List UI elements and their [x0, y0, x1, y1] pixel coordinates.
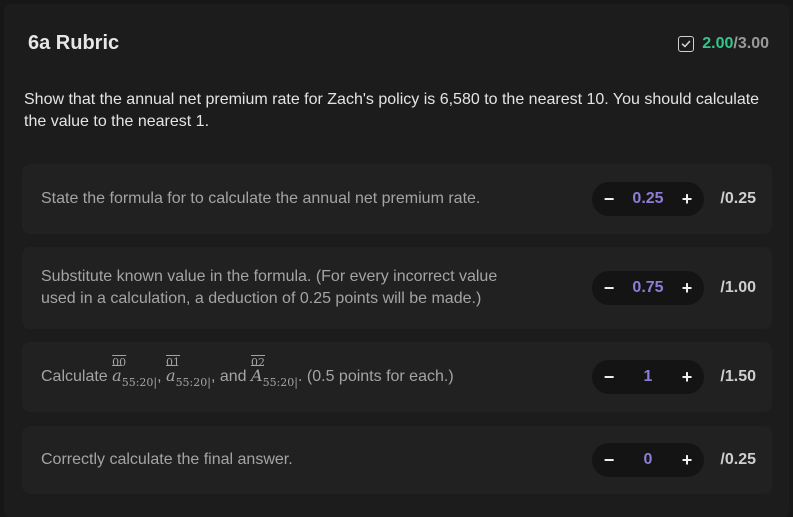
criterion-text-and: and: [219, 368, 247, 385]
criterion-row: Correctly calculate the final answer. − …: [22, 426, 772, 494]
criterion-row: State the formula for to calculate the a…: [22, 164, 772, 234]
math-term: 00 a55:20|: [112, 356, 158, 389]
score-total: /3.00: [733, 35, 769, 52]
decrement-button[interactable]: −: [596, 182, 622, 216]
score-value[interactable]: 0: [620, 443, 676, 477]
increment-button[interactable]: +: [674, 360, 700, 394]
score-stepper: − 0.75 +: [592, 271, 704, 305]
math-term: 02 A55:20|: [251, 356, 299, 389]
increment-button[interactable]: +: [674, 182, 700, 216]
criterion-row: Substitute known value in the formula. (…: [22, 247, 772, 329]
math-term: 01 a55:20|: [166, 356, 211, 389]
score-summary: 2.00/3.00: [678, 35, 769, 53]
question-prompt: Show that the annual net premium rate fo…: [24, 91, 760, 130]
criterion-description: Calculate 00 a55:20|, 01 a55:20|, and 02 A5…: [41, 356, 454, 389]
rubric-title: 6a Rubric: [28, 32, 120, 54]
max-points: /1.50: [720, 368, 756, 385]
decrement-button[interactable]: −: [596, 443, 622, 477]
score-stepper: − 0.25 +: [592, 182, 704, 216]
decrement-button[interactable]: −: [596, 271, 622, 305]
max-points: /1.00: [720, 279, 756, 296]
score-earned: 2.00: [702, 35, 734, 52]
rubric-header: 6a Rubric 2.00/3.00: [28, 32, 769, 58]
score-value[interactable]: 0.75: [620, 271, 676, 305]
score-stepper: − 1 +: [592, 360, 704, 394]
criterion-description: Correctly calculate the final answer.: [41, 451, 293, 468]
score-value[interactable]: 1: [620, 360, 676, 394]
criterion-text-prefix: Calculate: [41, 368, 108, 385]
score-value[interactable]: 0.25: [620, 182, 676, 216]
max-points: /0.25: [720, 451, 756, 468]
criterion-description: State the formula for to calculate the a…: [41, 190, 481, 207]
decrement-button[interactable]: −: [596, 360, 622, 394]
criterion-row: Calculate 00 a55:20|, 01 a55:20|, and 02 A5…: [22, 342, 772, 412]
criterion-text-suffix: . (0.5 points for each.): [298, 368, 454, 385]
max-points: /0.25: [720, 190, 756, 207]
criterion-description: Substitute known value in the formula. (…: [41, 268, 498, 307]
increment-button[interactable]: +: [674, 271, 700, 305]
checkbox-checked-icon: [678, 36, 695, 52]
increment-button[interactable]: +: [674, 443, 700, 477]
score-stepper: − 0 +: [592, 443, 704, 477]
